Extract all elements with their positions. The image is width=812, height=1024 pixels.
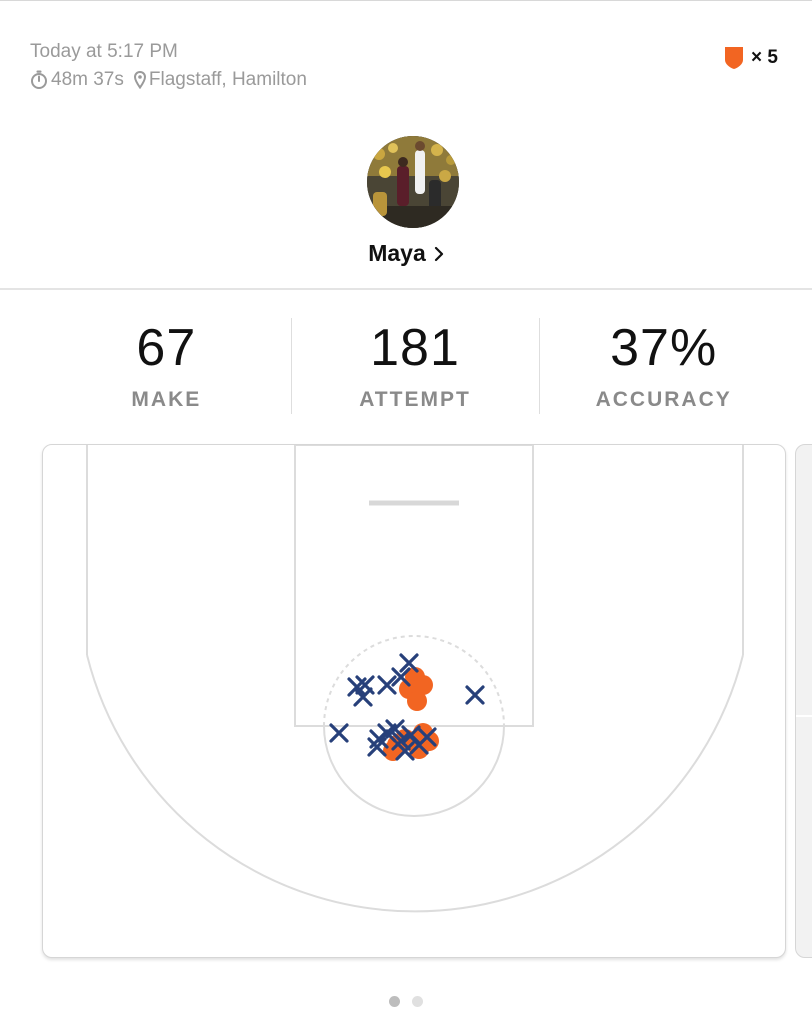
shield-icon <box>723 46 745 70</box>
stat-label: ACCURACY <box>595 388 732 411</box>
page-indicator <box>0 996 812 1007</box>
session-date: Today at 5:17 PM <box>30 41 178 62</box>
stat-accuracy: 37% ACCURACY <box>539 318 788 414</box>
badge-counter[interactable]: × 5 <box>723 46 778 70</box>
stat-make: 67 MAKE <box>42 318 291 414</box>
missed-shot-marker <box>465 685 485 705</box>
stopwatch-icon <box>30 70 48 90</box>
shot-chart-card[interactable] <box>42 444 786 958</box>
stat-label: MAKE <box>131 388 202 411</box>
page-dot-2[interactable] <box>412 996 423 1007</box>
session-meta: Today at 5:17 PM 48m 37s Flagstaff, Hami… <box>30 40 307 92</box>
peek-divider <box>796 715 812 717</box>
location-pin-icon <box>133 71 146 89</box>
stat-value: 37% <box>610 319 718 377</box>
stat-value: 67 <box>136 319 197 377</box>
shot-markers <box>329 653 485 761</box>
player-link[interactable]: Maya <box>0 240 812 268</box>
page-dot-1[interactable] <box>389 996 400 1007</box>
missed-shot-marker <box>329 723 349 743</box>
badge-count: × 5 <box>751 47 778 68</box>
stats-row: 67 MAKE 181 ATTEMPT 37% ACCURACY <box>42 318 788 414</box>
chevron-right-icon <box>434 241 444 268</box>
session-location: Flagstaff, Hamilton <box>148 69 307 90</box>
made-shot-marker <box>407 691 427 711</box>
stat-label: ATTEMPT <box>359 388 471 411</box>
stat-value: 181 <box>370 319 460 377</box>
session-duration: 48m 37s <box>51 69 124 90</box>
stat-attempt: 181 ATTEMPT <box>290 318 540 414</box>
next-card-peek[interactable] <box>795 444 812 958</box>
top-divider <box>0 0 812 1</box>
player-name: Maya <box>368 240 426 266</box>
section-divider <box>0 288 812 290</box>
player-avatar[interactable] <box>367 136 459 228</box>
half-court <box>86 445 744 913</box>
